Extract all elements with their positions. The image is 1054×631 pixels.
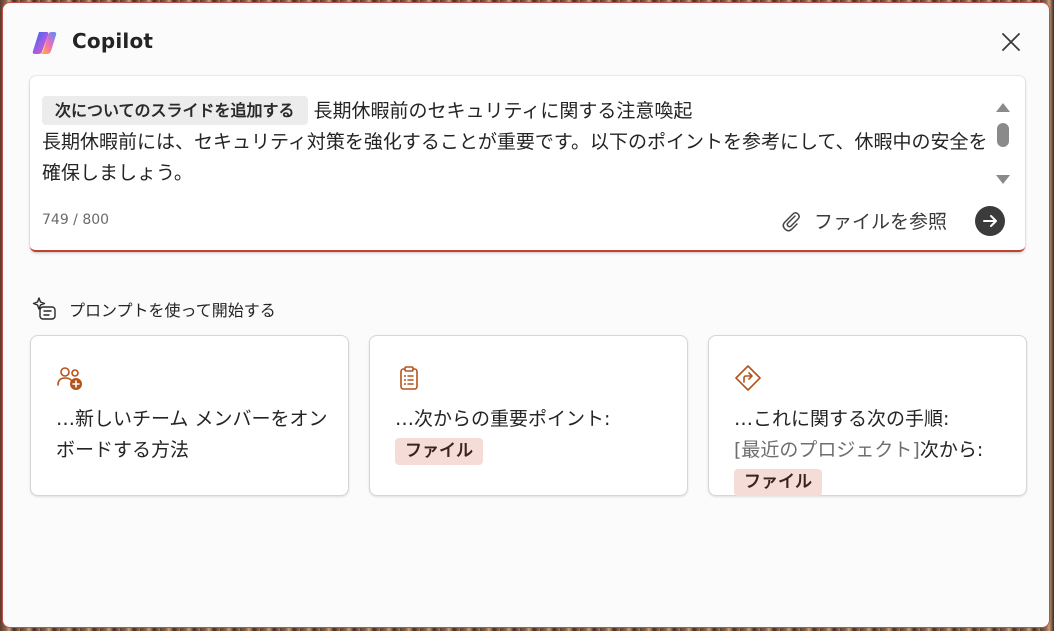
scroll-down-arrow-icon[interactable] (996, 175, 1010, 184)
directions-icon (735, 365, 761, 391)
close-icon[interactable] (999, 30, 1023, 54)
character-counter: 749 / 800 (42, 212, 110, 228)
prompt-composer[interactable]: 次についてのスライドを追加する 長期休暇前のセキュリティに関する注意喚起 長期休暇… (30, 76, 1025, 252)
prompt-card-lead: …これに関する次の手順: (734, 408, 950, 430)
scroll-thumb[interactable] (997, 123, 1009, 147)
prompt-card-key-points[interactable]: …次からの重要ポイント: ファイル (369, 335, 688, 496)
prompt-card-next-steps[interactable]: …これに関する次の手順: [最近のプロジェクト]次から: ファイル (708, 335, 1027, 496)
add-slide-chip[interactable]: 次についてのスライドを追加する (42, 96, 308, 125)
project-placeholder[interactable]: [最近のプロジェクト] (734, 439, 920, 461)
send-button[interactable] (975, 206, 1005, 236)
prompt-card-lead: …次からの重要ポイント: (395, 408, 611, 430)
dialog-header: Copilot (3, 3, 1049, 81)
prompt-section-header: プロンプトを使って開始する (31, 295, 276, 323)
clipboard-icon (400, 366, 418, 390)
copilot-dialog: Copilot 次についてのスライドを追加する 長期休暇前のセキュリティに関する注… (2, 2, 1050, 628)
prompt-card-text: …次からの重要ポイント: ファイル (395, 404, 667, 466)
file-chip[interactable]: ファイル (734, 469, 822, 496)
scroll-up-arrow-icon[interactable] (996, 103, 1010, 112)
composer-scrollbar[interactable] (996, 100, 1010, 184)
paperclip-icon (782, 211, 800, 231)
prompt-card-text: …これに関する次の手順: [最近のプロジェクト]次から: ファイル (734, 404, 1006, 497)
arrow-right-icon (983, 215, 997, 227)
prompt-card-onboard[interactable]: …新しいチーム メンバーをオンボードする方法 (30, 335, 349, 496)
copilot-logo-icon (32, 32, 57, 54)
dialog-title: Copilot (72, 29, 154, 53)
prompt-card-text: …新しいチーム メンバーをオンボードする方法 (56, 408, 328, 461)
prompt-cards: …新しいチーム メンバーをオンボードする方法 …次からの重要ポイント: ファイル (30, 335, 1027, 497)
prompt-sparkle-icon (32, 297, 56, 320)
file-chip[interactable]: ファイル (395, 438, 483, 465)
prompt-card-suffix: 次から: (919, 439, 984, 461)
browse-files-button[interactable]: ファイルを参照 (780, 207, 947, 234)
prompt-input[interactable]: 次についてのスライドを追加する 長期休暇前のセキュリティに関する注意喚起 長期休暇… (42, 96, 988, 188)
prompt-section-title: プロンプトを使って開始する (69, 301, 276, 320)
prompt-body-text: 長期休暇前には、セキュリティ対策を強化することが重要です。以下のポイントを参考に… (42, 131, 988, 184)
browse-files-label: ファイルを参照 (813, 211, 947, 233)
prompt-first-line: 長期休暇前のセキュリティに関する注意喚起 (313, 100, 693, 122)
add-people-icon (57, 367, 82, 390)
